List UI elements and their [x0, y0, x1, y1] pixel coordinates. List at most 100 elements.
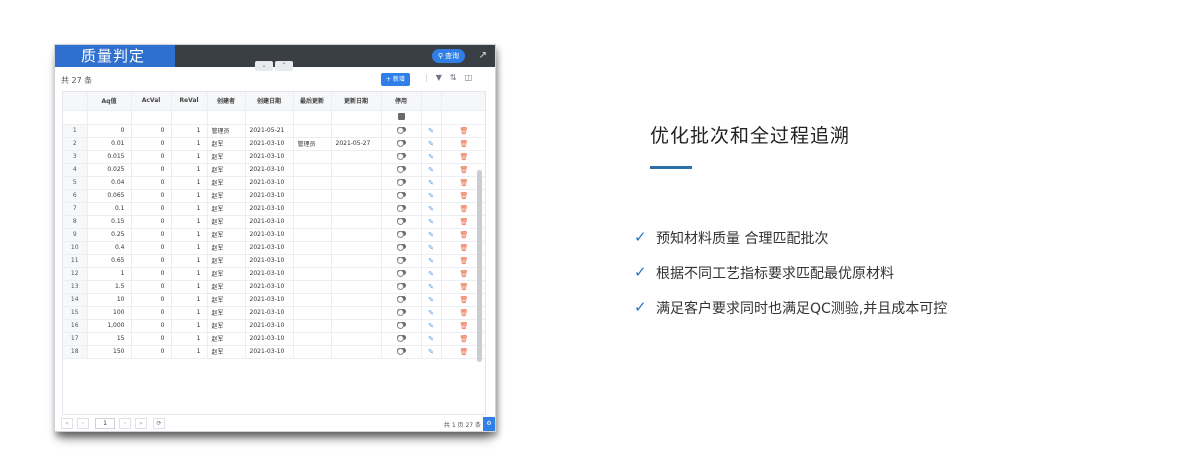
disabled-toggle[interactable]: [396, 244, 406, 251]
disabled-toggle[interactable]: [396, 257, 406, 264]
table-row[interactable]: 8 0.15 0 1 赵军 2021-03-10 ✎ 🗑: [63, 215, 485, 229]
table-row[interactable]: 3 0.015 0 1 赵军 2021-03-10 ✎ 🗑: [63, 150, 485, 164]
delete-icon[interactable]: 🗑: [460, 127, 469, 135]
delete-icon[interactable]: 🗑: [460, 231, 469, 239]
delete-icon[interactable]: 🗑: [460, 322, 469, 330]
edit-icon[interactable]: ✎: [428, 153, 434, 161]
edit-icon[interactable]: ✎: [428, 166, 434, 174]
prev-page-icon[interactable]: ‹: [77, 418, 89, 429]
column-header[interactable]: 创建者: [207, 92, 246, 111]
search-button[interactable]: ⚲ 查询: [431, 49, 465, 63]
edit-icon[interactable]: ✎: [428, 270, 434, 278]
disabled-toggle[interactable]: [396, 283, 406, 290]
add-button[interactable]: + 新增: [381, 73, 410, 86]
delete-icon[interactable]: 🗑: [460, 309, 469, 317]
disabled-filter-checkbox[interactable]: [397, 112, 405, 120]
filter-cell[interactable]: [87, 110, 132, 125]
next-page-icon[interactable]: ›: [119, 418, 131, 429]
page-input[interactable]: 1: [95, 418, 115, 429]
delete-icon[interactable]: 🗑: [460, 348, 469, 356]
disabled-toggle[interactable]: [396, 205, 406, 212]
filter-cell[interactable]: [171, 110, 208, 125]
table-row[interactable]: 1 0 0 1 管理员 2021-05-21 ✎ 🗑: [63, 124, 485, 138]
filter-cell[interactable]: [207, 110, 246, 125]
disabled-toggle[interactable]: [396, 153, 406, 160]
disabled-toggle[interactable]: [396, 192, 406, 199]
edit-icon[interactable]: ✎: [428, 257, 434, 265]
edit-icon[interactable]: ✎: [428, 218, 434, 226]
table-row[interactable]: 2 0.01 0 1 赵军 2021-03-10 管理员 2021-05-27 ✎ 🗑: [63, 137, 485, 151]
delete-icon[interactable]: 🗑: [460, 166, 469, 174]
disabled-toggle[interactable]: [396, 322, 406, 329]
column-header[interactable]: AcVal: [131, 92, 172, 111]
delete-icon[interactable]: 🗑: [460, 179, 469, 187]
first-page-icon[interactable]: «: [61, 418, 73, 429]
columns-icon[interactable]: ◫: [465, 73, 473, 82]
filter-cell[interactable]: [381, 110, 422, 125]
table-row[interactable]: 5 0.04 0 1 赵军 2021-03-10 ✎ 🗑: [63, 176, 485, 190]
disabled-toggle[interactable]: [396, 140, 406, 147]
filter-cell[interactable]: [331, 110, 382, 125]
table-row[interactable]: 17 15 0 1 赵军 2021-03-10 ✎ 🗑: [63, 332, 485, 346]
edit-icon[interactable]: ✎: [428, 335, 434, 343]
filter-icon[interactable]: ▼: [436, 73, 442, 82]
delete-icon[interactable]: 🗑: [460, 257, 469, 265]
delete-icon[interactable]: 🗑: [460, 153, 469, 161]
disabled-toggle[interactable]: [396, 270, 406, 277]
column-header[interactable]: 更新日期: [331, 92, 382, 111]
filter-cell[interactable]: [245, 110, 294, 125]
external-link-icon[interactable]: ↗: [479, 50, 487, 61]
table-row[interactable]: 9 0.25 0 1 赵军 2021-03-10 ✎ 🗑: [63, 228, 485, 242]
disabled-toggle[interactable]: [396, 231, 406, 238]
disabled-toggle[interactable]: [396, 218, 406, 225]
table-row[interactable]: 14 10 0 1 赵军 2021-03-10 ✎ 🗑: [63, 293, 485, 307]
column-header[interactable]: 最后更新: [293, 92, 332, 111]
delete-icon[interactable]: 🗑: [460, 205, 469, 213]
column-header[interactable]: ReVal: [171, 92, 208, 111]
edit-icon[interactable]: ✎: [428, 140, 434, 148]
table-row[interactable]: 11 0.65 0 1 赵军 2021-03-10 ✎ 🗑: [63, 254, 485, 268]
table-row[interactable]: 6 0.065 0 1 赵军 2021-03-10 ✎ 🗑: [63, 189, 485, 203]
edit-icon[interactable]: ✎: [428, 244, 434, 252]
table-row[interactable]: 12 1 0 1 赵军 2021-03-10 ✎ 🗑: [63, 267, 485, 281]
delete-icon[interactable]: 🗑: [460, 218, 469, 226]
disabled-toggle[interactable]: [396, 179, 406, 186]
edit-icon[interactable]: ✎: [428, 179, 434, 187]
delete-icon[interactable]: 🗑: [460, 192, 469, 200]
delete-icon[interactable]: 🗑: [460, 296, 469, 304]
column-header[interactable]: Aq值: [87, 92, 132, 111]
delete-icon[interactable]: 🗑: [460, 244, 469, 252]
vertical-scrollbar[interactable]: [477, 170, 482, 362]
edit-icon[interactable]: ✎: [428, 192, 434, 200]
disabled-toggle[interactable]: [396, 348, 406, 355]
edit-icon[interactable]: ✎: [428, 309, 434, 317]
edit-icon[interactable]: ✎: [428, 348, 434, 356]
delete-icon[interactable]: 🗑: [460, 283, 469, 291]
edit-icon[interactable]: ✎: [428, 205, 434, 213]
delete-icon[interactable]: 🗑: [460, 140, 469, 148]
edit-icon[interactable]: ✎: [428, 283, 434, 291]
edit-icon[interactable]: ✎: [428, 127, 434, 135]
refresh-icon[interactable]: ⟳: [153, 418, 165, 429]
edit-icon[interactable]: ✎: [428, 322, 434, 330]
settings-corner-icon[interactable]: ⚙: [483, 417, 495, 431]
last-page-icon[interactable]: »: [135, 418, 147, 429]
table-row[interactable]: 13 1.5 0 1 赵军 2021-03-10 ✎ 🗑: [63, 280, 485, 294]
disabled-toggle[interactable]: [396, 166, 406, 173]
table-row[interactable]: 4 0.025 0 1 赵军 2021-03-10 ✎ 🗑: [63, 163, 485, 177]
table-row[interactable]: 10 0.4 0 1 赵军 2021-03-10 ✎ 🗑: [63, 241, 485, 255]
delete-icon[interactable]: 🗑: [460, 270, 469, 278]
filter-cell[interactable]: [131, 110, 172, 125]
delete-icon[interactable]: 🗑: [460, 335, 469, 343]
disabled-toggle[interactable]: [396, 127, 406, 134]
column-header[interactable]: 停用: [381, 92, 422, 111]
disabled-toggle[interactable]: [396, 335, 406, 342]
table-row[interactable]: 7 0.1 0 1 赵军 2021-03-10 ✎ 🗑: [63, 202, 485, 216]
sort-icon[interactable]: ⇅: [450, 73, 457, 82]
edit-icon[interactable]: ✎: [428, 231, 434, 239]
table-row[interactable]: 18 150 0 1 赵军 2021-03-10 ✎ 🗑: [63, 345, 485, 359]
table-row[interactable]: 15 100 0 1 赵军 2021-03-10 ✎ 🗑: [63, 306, 485, 320]
column-header[interactable]: 创建日期: [245, 92, 294, 111]
edit-icon[interactable]: ✎: [428, 296, 434, 304]
filter-cell[interactable]: [293, 110, 332, 125]
